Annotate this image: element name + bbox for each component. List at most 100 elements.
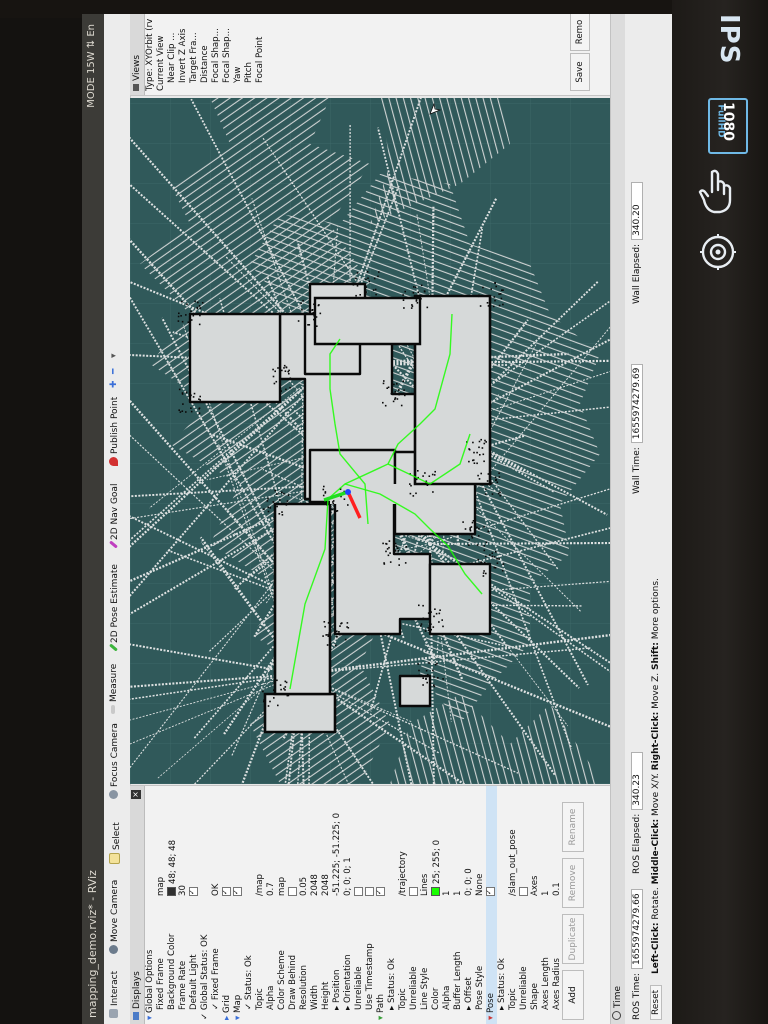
tree-marker-icon[interactable]: ▾ — [145, 1013, 155, 1020]
measure-tool[interactable]: Measure — [109, 664, 119, 714]
tree-marker-icon[interactable]: ✓ — [200, 1010, 210, 1020]
wall-time-value[interactable]: 1655974279.69 — [631, 363, 643, 444]
remove-tool-button[interactable]: ━ — [109, 369, 119, 374]
enable-checkbox[interactable] — [365, 887, 374, 896]
display-row-value[interactable]: /slam_out_pose — [508, 829, 519, 896]
view-property-row[interactable]: Distance — [200, 14, 211, 95]
views-remove-button[interactable]: Remo — [570, 14, 590, 51]
views-save-button[interactable]: Save — [570, 53, 590, 91]
add-tool-button[interactable]: ✚ — [109, 380, 119, 388]
display-row-value[interactable]: 0; 0; 0 — [464, 868, 475, 896]
enable-checkbox[interactable] — [233, 887, 242, 896]
tree-marker-icon[interactable]: ▸ — [222, 1013, 232, 1020]
remove-display-button[interactable]: Remove — [562, 858, 584, 908]
display-row-value[interactable] — [486, 887, 497, 896]
tree-marker-icon[interactable]: ▾ — [376, 1013, 386, 1020]
display-row[interactable]: ✓ Global Status: OK — [200, 786, 211, 1024]
display-row-value[interactable]: 0.05 — [299, 877, 310, 896]
tree-marker-icon[interactable]: ✓ — [244, 1000, 254, 1010]
display-row-value[interactable]: /trajectory — [398, 851, 409, 896]
display-row[interactable]: Buffer Length 1 — [453, 786, 464, 1024]
color-swatch[interactable] — [431, 887, 440, 896]
display-row[interactable]: ▾ Pose — [486, 786, 497, 1024]
display-row[interactable]: ▸ Offset 0; 0; 0 — [464, 786, 475, 1024]
publish-point-tool[interactable]: Publish Point — [109, 397, 120, 466]
display-row[interactable]: Alpha 0.7 — [266, 786, 277, 1024]
enable-checkbox[interactable] — [354, 887, 363, 896]
reset-button[interactable]: Reset — [650, 984, 662, 1020]
occupancy-map[interactable] — [130, 98, 610, 784]
enable-checkbox[interactable] — [486, 887, 495, 896]
display-row[interactable]: Alpha 1 — [442, 786, 453, 1024]
view-property-row[interactable]: Current View — [156, 14, 167, 95]
display-row[interactable]: Draw Behind — [288, 786, 299, 1024]
ros-elapsed-value[interactable]: 340.23 — [631, 751, 643, 810]
display-row-value[interactable]: 2048 — [321, 874, 332, 896]
display-row[interactable]: ▸ Status: Ok — [387, 786, 398, 1024]
display-row[interactable]: Topic/trajectory — [398, 786, 409, 1024]
nav-goal-tool[interactable]: 2D Nav Goal — [109, 484, 120, 549]
display-row-value[interactable]: /map — [255, 874, 266, 896]
display-row-value[interactable]: map — [156, 877, 167, 896]
tree-marker-icon[interactable]: ▸ — [332, 1003, 342, 1010]
enable-checkbox[interactable] — [189, 887, 198, 896]
display-row[interactable]: ▾ Map — [233, 786, 244, 1024]
view-type-row[interactable]: Type: XYOrbit (rv — [145, 14, 156, 95]
close-icon[interactable]: × — [131, 790, 141, 799]
display-row-value[interactable]: Axes — [530, 876, 541, 896]
view-property-row[interactable]: Yaw — [233, 14, 244, 95]
display-row-value[interactable]: 0; 0; 0; 1 — [343, 857, 354, 896]
display-row-value[interactable]: -51.225; -51.225; 0 — [332, 813, 343, 896]
tree-marker-icon[interactable]: ✓ — [211, 1000, 221, 1010]
display-row[interactable]: Background Color 48; 48; 48 — [167, 786, 178, 1024]
display-row-value[interactable]: 1 — [541, 891, 552, 896]
display-row[interactable]: Unreliable — [519, 786, 530, 1024]
wall-elapsed-value[interactable]: 340.20 — [631, 181, 643, 240]
display-row[interactable]: Unreliable — [354, 786, 365, 1024]
duplicate-display-button[interactable]: Duplicate — [562, 914, 584, 964]
display-row[interactable]: Color Scheme map — [277, 786, 288, 1024]
display-row[interactable]: ▸ Grid — [222, 786, 233, 1024]
display-row[interactable]: Topic/map — [255, 786, 266, 1024]
display-row[interactable]: Pose Style None — [475, 786, 486, 1024]
display-row[interactable]: Resolution 0.05 — [299, 786, 310, 1024]
display-row-value[interactable] — [189, 887, 200, 896]
tree-marker-icon[interactable]: ▸ — [387, 1003, 397, 1010]
enable-checkbox[interactable] — [519, 887, 528, 896]
display-row-value[interactable]: map — [277, 877, 288, 896]
view-property-row[interactable]: Near Clip ... — [167, 14, 178, 95]
rename-display-button[interactable]: Rename — [562, 802, 584, 852]
display-row-value[interactable] — [376, 887, 387, 896]
add-display-button[interactable]: Add — [562, 970, 584, 1020]
display-row[interactable]: Shape Axes — [530, 786, 541, 1024]
tree-marker-icon[interactable]: ▾ — [233, 1013, 243, 1020]
display-row[interactable]: Height 2048 — [321, 786, 332, 1024]
tree-marker-icon[interactable]: ▸ — [497, 1003, 507, 1010]
enable-checkbox[interactable] — [288, 887, 297, 896]
display-row[interactable]: Unreliable — [409, 786, 420, 1024]
display-row[interactable]: Frame Rate 30 — [178, 786, 189, 1024]
focus-camera-tool[interactable]: Focus Camera — [109, 723, 120, 799]
tree-marker-icon[interactable]: ▸ — [343, 1003, 353, 1010]
ros-time-value[interactable]: 1655974279.66 — [631, 889, 643, 970]
display-row[interactable]: Fixed Frame map — [156, 786, 167, 1024]
system-tray[interactable]: MODE 15W ⇅ En — [86, 24, 97, 108]
map-viewport[interactable] — [130, 98, 610, 784]
display-row[interactable]: Use Timestamp — [365, 786, 376, 1024]
display-row-value[interactable] — [233, 887, 244, 896]
tree-marker-icon[interactable]: ▾ — [486, 1013, 496, 1020]
select-tool[interactable]: Select — [109, 822, 122, 864]
display-row[interactable]: Axes Length 1 — [541, 786, 552, 1024]
view-property-row[interactable]: Invert Z Axis — [178, 14, 189, 95]
display-row-value[interactable]: 1 — [453, 891, 464, 896]
view-property-row[interactable]: Target Fra... — [189, 14, 200, 95]
view-property-row[interactable]: Focal Point — [255, 14, 266, 95]
display-row[interactable]: Width 2048 — [310, 786, 321, 1024]
display-row-value[interactable]: 1 — [442, 891, 453, 896]
move-camera-tool[interactable]: Move Camera — [109, 880, 120, 954]
enable-checkbox[interactable] — [222, 887, 231, 896]
display-row[interactable]: ▾ Path — [376, 786, 387, 1024]
display-row[interactable]: ▸ Status: Ok — [497, 786, 508, 1024]
pose-estimate-tool[interactable]: 2D Pose Estimate — [109, 564, 120, 652]
display-row-value[interactable]: 0.7 — [266, 882, 277, 896]
